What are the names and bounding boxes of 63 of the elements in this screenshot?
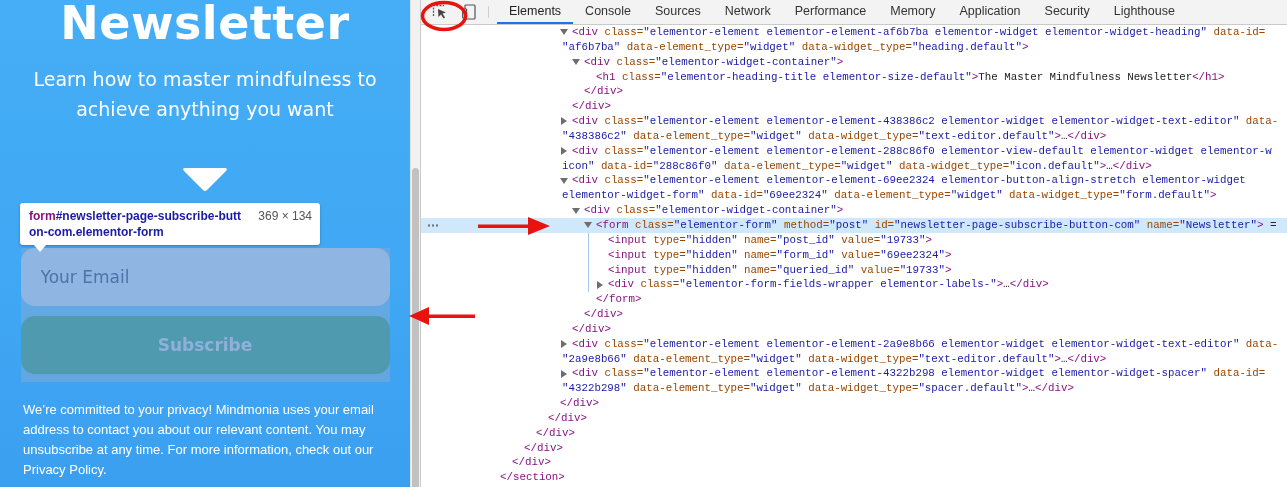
disclosure-triangle-icon[interactable]	[584, 222, 592, 229]
code-line: <div class="elementor-element elementor-element-288c86f0 elementor-view-default elementor-widget elementor-w	[572, 143, 1272, 159]
code-line: "af6b7ba" data-element_type="widget" data-widget_type="heading.default">	[562, 39, 1029, 55]
panel-tab[interactable]: Application	[947, 0, 1033, 24]
code-line: </div>	[584, 84, 623, 100]
code-line: </div>	[512, 455, 551, 471]
code-line: </div>	[536, 425, 575, 441]
disclosure-triangle-icon[interactable]	[561, 340, 567, 349]
code-line: icon" data-id="288c86f0" data-element_type="widget" data-widget_type="icon.default">…</div>	[562, 158, 1152, 174]
code-line: </div>	[572, 321, 611, 337]
cursor-in-box-icon[interactable]	[432, 4, 448, 20]
code-line: </div>	[572, 99, 611, 115]
code-line: <div class="elementor-element elementor-element-af6b7ba elementor-widget elementor-widget-heading" data-id=	[572, 25, 1266, 40]
panel-tab[interactable]: Console	[573, 0, 643, 24]
more-dots-icon[interactable]	[427, 223, 439, 227]
panel-tab[interactable]: Lighthouse	[1101, 0, 1187, 24]
code-line: elementor-widget-form" data-id="69ee2324" data-element_type="widget" data-widget_type="form.default">	[562, 188, 1217, 204]
panel-tab[interactable]: Performance	[782, 0, 879, 24]
element-selector: form#newsletter-page-subscribe-button-com.elementor-form	[29, 208, 243, 241]
code-line: <input type="hidden" name="form_id" value="69ee2324">	[608, 247, 952, 263]
code-line: </div>	[584, 307, 623, 322]
code-line: <form class="elementor-form" method="post" id="newsletter-page-subscribe-button-com" name="Newsletter"> =	[596, 217, 1277, 233]
code-line: <div class="elementor-element elementor-element-438386c2 elementor-widget elementor-widget-text-editor" data-	[572, 114, 1279, 129]
code-line: <div class="elementor-element elementor-element-2a9e8b66 elementor-widget elementor-widget-text-editor" data-	[572, 336, 1279, 352]
subtitle-text: Learn how to master mindfulness to achieve anything you want	[32, 67, 378, 122]
code-line: <h1 class="elementor-heading-title elementor-size-default">The Master Mindfulness Newsletter</h1>	[596, 69, 1225, 85]
code-line: "4322b298" data-element_type="widget" data-widget_type="spacer.default">…</div>	[562, 381, 1074, 397]
code-line: <div class="elementor-element elementor-element-69ee2324 elementor-button-align-stretch elementor-widget	[572, 173, 1246, 189]
scrollbar-thumb[interactable]	[412, 168, 419, 487]
disclosure-triangle-icon[interactable]	[561, 369, 567, 378]
code-line: <input type="hidden" name="post_id" value="19733">	[608, 232, 933, 248]
panel-tab[interactable]: Sources	[643, 0, 713, 24]
disclosure-triangle-icon[interactable]	[561, 147, 567, 156]
annotation-arrow	[478, 217, 550, 235]
code-line: <div class="elementor-form-fields-wrapper elementor-labels-">…</div>	[608, 277, 1049, 293]
panel-tab[interactable]: Network	[712, 0, 783, 24]
code-line: </div>	[548, 410, 587, 426]
newsletter-heading: Newsletter	[60, 0, 350, 46]
disclosure-triangle-icon[interactable]	[597, 280, 603, 289]
code-line: "438386c2" data-element_type="widget" data-widget_type="text-editor.default">…</div>	[562, 128, 1107, 144]
panel-tab[interactable]: Elements	[497, 0, 574, 24]
down-triangle-icon	[182, 168, 228, 192]
code-line: <div class="elementor-element elementor-element-4322b298 elementor-widget elementor-widget-spacer" data-id=	[572, 366, 1266, 382]
code-line: </form>	[596, 292, 642, 308]
disclosure-triangle-icon[interactable]	[561, 117, 567, 126]
code-line: <input type="hidden" name="queried_id" value="19733">	[608, 262, 952, 278]
annotation-arrow	[409, 307, 475, 325]
code-line: <div class="elementor-widget-container">	[584, 54, 844, 70]
disclosure-triangle-icon[interactable]	[560, 177, 568, 184]
code-line: </section>	[500, 470, 565, 486]
code-line: "2a9e8b66" data-element_type="widget" data-widget_type="text-editor.default">…</div>	[562, 351, 1107, 367]
code-line: </div>	[524, 440, 563, 456]
code-line: </div>	[560, 396, 599, 411]
disclosure-triangle-icon[interactable]	[572, 59, 580, 66]
email-field[interactable]: Your Email	[20, 248, 390, 306]
panel-tab[interactable]: Memory	[878, 0, 948, 24]
devices-icon[interactable]	[462, 4, 476, 20]
panel-tab[interactable]: Security	[1032, 0, 1102, 24]
privacy-notice: We’re committed to your privacy! Mindmonia uses your email address to contact you about our relevant content. You may unsubscribe at any time. For more information, check out our Privacy Policy.	[23, 401, 375, 479]
element-size: 369 × 134	[258, 208, 312, 225]
code-line: <div class="elementor-widget-container">	[584, 203, 844, 218]
disclosure-triangle-icon[interactable]	[560, 29, 568, 36]
annotation-ring	[420, 0, 468, 32]
